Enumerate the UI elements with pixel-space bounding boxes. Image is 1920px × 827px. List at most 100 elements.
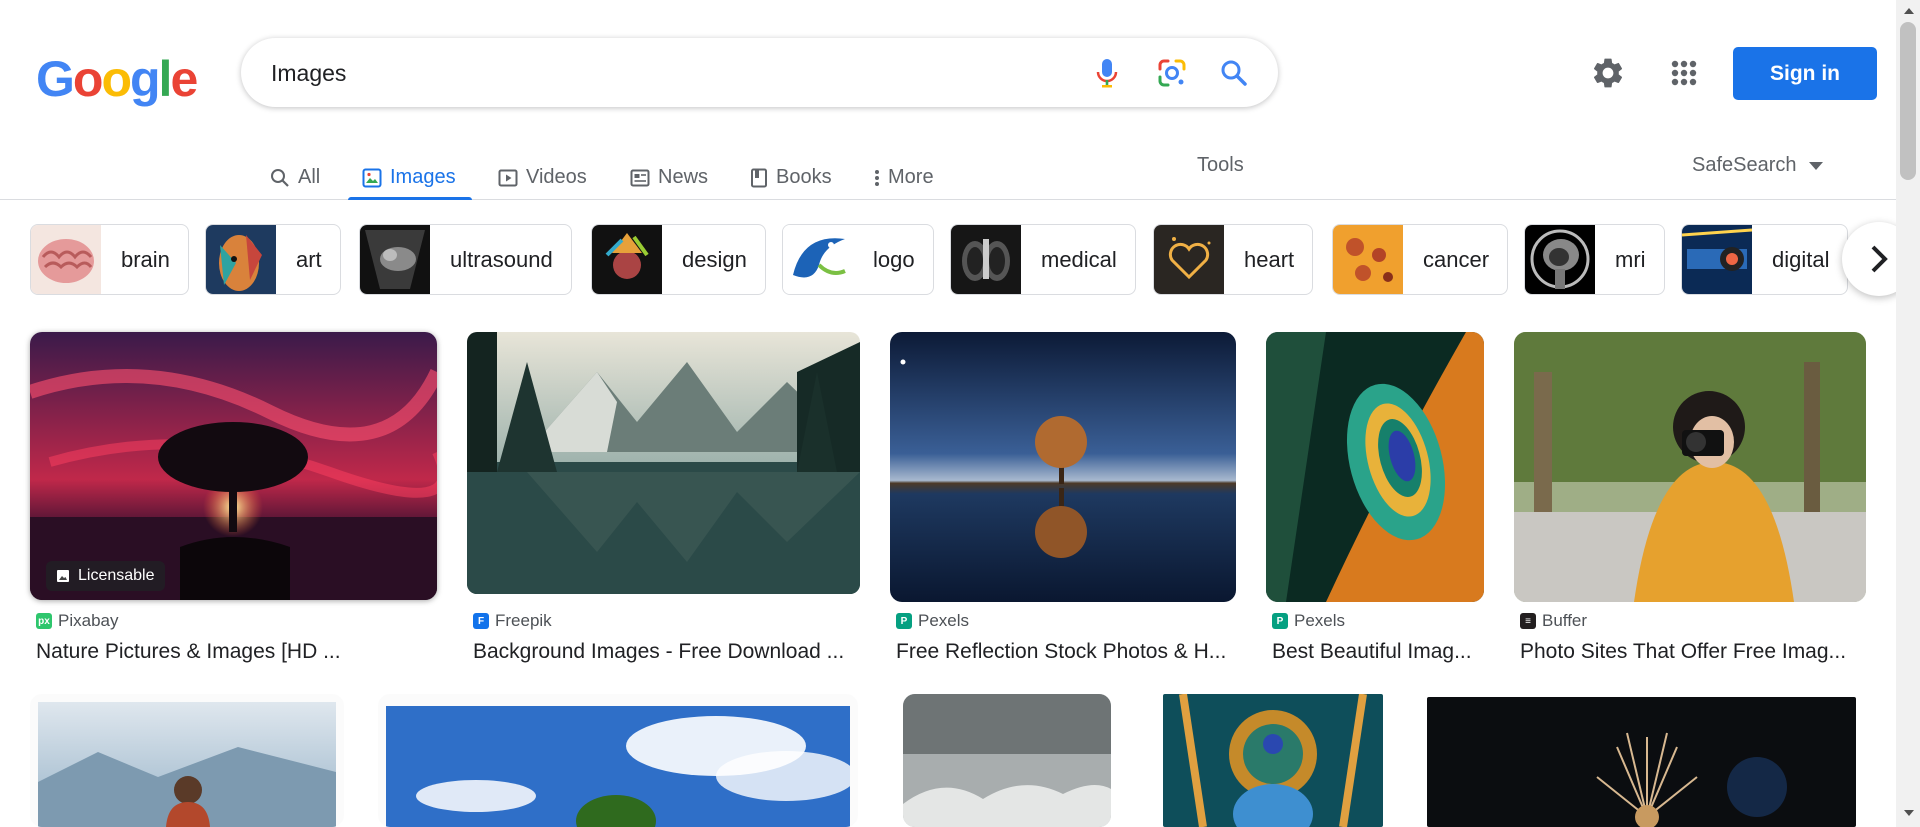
search-box — [241, 38, 1278, 107]
tab-label: News — [658, 166, 709, 188]
chip-label: digital — [1772, 246, 1830, 272]
chip-brain[interactable]: brain — [30, 224, 189, 295]
result-source[interactable]: px Pixabay — [36, 611, 118, 631]
news-icon — [630, 169, 650, 187]
source-name: Pixabay — [58, 611, 119, 630]
tab-videos[interactable]: Videos — [498, 152, 587, 200]
result-title[interactable]: Free Reflection Stock Photos & H... — [896, 640, 1236, 664]
play-icon — [498, 169, 518, 187]
logo-letter: G — [36, 51, 75, 107]
chip-label: heart — [1244, 246, 1295, 272]
tab-news[interactable]: News — [630, 152, 708, 200]
dropdown-arrow-icon — [1808, 161, 1823, 170]
image-result[interactable]: P Pexels Best Beautiful Imag... — [1266, 332, 1484, 672]
image-result[interactable]: F Freepik Background Images - Free Downl… — [467, 332, 860, 672]
chip-thumbnail — [1333, 225, 1403, 294]
search-icon — [271, 169, 289, 187]
chip-art[interactable]: art — [205, 224, 341, 295]
image-result[interactable]: Licensable px Pixabay Nature Pictures & … — [30, 332, 437, 672]
chip-thumbnail — [951, 225, 1021, 294]
chip-thumbnail — [783, 225, 853, 294]
chip-logo[interactable]: logo — [782, 224, 934, 295]
result-image[interactable] — [1514, 332, 1866, 602]
tab-label: Books — [776, 166, 832, 188]
vertical-scrollbar[interactable] — [1896, 0, 1920, 827]
image-result[interactable] — [903, 694, 1111, 827]
result-title[interactable]: Background Images - Free Download ... — [473, 640, 861, 664]
image-result[interactable]: ≡ Buffer Photo Sites That Offer Free Ima… — [1514, 332, 1866, 672]
image-result[interactable] — [1427, 697, 1856, 827]
chip-label: ultrasound — [450, 246, 553, 272]
badge-label: Licensable — [78, 567, 155, 584]
source-name: Buffer — [1542, 611, 1588, 630]
result-title[interactable]: Nature Pictures & Images [HD ... — [36, 640, 436, 664]
chip-design[interactable]: design — [591, 224, 766, 295]
search-input[interactable] — [271, 56, 1051, 90]
tab-more[interactable]: More — [874, 152, 934, 200]
logo-letter: o — [101, 51, 132, 107]
chip-label: brain — [121, 246, 170, 272]
licensable-badge: Licensable — [46, 561, 165, 591]
safesearch-dropdown[interactable]: SafeSearch — [1692, 154, 1823, 177]
tab-all[interactable]: All — [270, 152, 320, 200]
safesearch-label: SafeSearch — [1692, 154, 1797, 176]
microphone-icon[interactable] — [1089, 55, 1125, 91]
chip-thumbnail — [360, 225, 430, 294]
tab-images[interactable]: Images — [348, 152, 472, 200]
logo-letter: o — [72, 51, 104, 107]
result-image[interactable] — [30, 332, 437, 600]
scroll-up-arrow-icon[interactable] — [1904, 8, 1914, 14]
image-result[interactable] — [1163, 694, 1383, 827]
result-source[interactable]: ≡ Buffer — [1520, 611, 1587, 631]
tools-button[interactable]: Tools — [1197, 154, 1244, 177]
tab-books[interactable]: Books — [750, 152, 832, 200]
tab-label: More — [888, 166, 934, 188]
chip-thumbnail — [206, 225, 276, 294]
chip-heart[interactable]: heart — [1153, 224, 1314, 295]
gear-icon[interactable] — [1590, 55, 1626, 91]
chip-medical[interactable]: medical — [950, 224, 1136, 295]
chip-digital[interactable]: digital — [1681, 224, 1849, 295]
more-vert-icon — [875, 170, 879, 186]
result-image[interactable] — [890, 332, 1236, 602]
chip-thumbnail — [1525, 225, 1595, 294]
chip-thumbnail — [31, 225, 101, 294]
result-image[interactable] — [1266, 332, 1484, 602]
chip-cancer[interactable]: cancer — [1332, 224, 1509, 295]
chip-mri[interactable]: mri — [1524, 224, 1665, 295]
source-name: Freepik — [495, 611, 552, 630]
source-name: Pexels — [918, 611, 970, 630]
logo-letter: e — [170, 51, 198, 107]
tab-label: Videos — [526, 166, 587, 188]
result-title[interactable]: Photo Sites That Offer Free Imag... — [1520, 640, 1866, 664]
result-source[interactable]: P Pexels — [896, 611, 969, 631]
result-image[interactable] — [467, 332, 860, 594]
header: Google Images Sign in — [0, 0, 1896, 150]
apps-grid-icon[interactable] — [1666, 55, 1702, 91]
chip-label: logo — [873, 246, 915, 272]
source-name: Pexels — [1294, 611, 1346, 630]
result-title[interactable]: Best Beautiful Imag... — [1272, 640, 1484, 664]
image-icon — [362, 168, 382, 188]
google-lens-icon[interactable] — [1154, 55, 1190, 91]
chip-label: art — [296, 246, 322, 272]
chip-label: medical — [1041, 246, 1117, 272]
search-icon[interactable] — [1216, 55, 1252, 91]
image-icon — [57, 570, 69, 582]
chip-ultrasound[interactable]: ultrasound — [359, 224, 572, 295]
result-source[interactable]: F Freepik — [473, 611, 552, 631]
scroll-thumb[interactable] — [1900, 22, 1916, 180]
pexels-favicon-icon: P — [1272, 613, 1288, 629]
image-result[interactable] — [30, 694, 344, 827]
image-result[interactable]: P Pexels Free Reflection Stock Photos & … — [890, 332, 1236, 672]
logo-letter: g — [130, 51, 161, 107]
sign-in-button[interactable]: Sign in — [1733, 47, 1877, 100]
google-logo[interactable]: Google — [36, 50, 198, 108]
tab-label: Images — [390, 166, 456, 188]
freepik-favicon-icon: F — [473, 613, 489, 629]
chip-thumbnail — [592, 225, 662, 294]
image-result[interactable] — [378, 694, 858, 827]
scroll-down-arrow-icon[interactable] — [1904, 810, 1914, 816]
result-source[interactable]: P Pexels — [1272, 611, 1345, 631]
pexels-favicon-icon: P — [896, 613, 912, 629]
